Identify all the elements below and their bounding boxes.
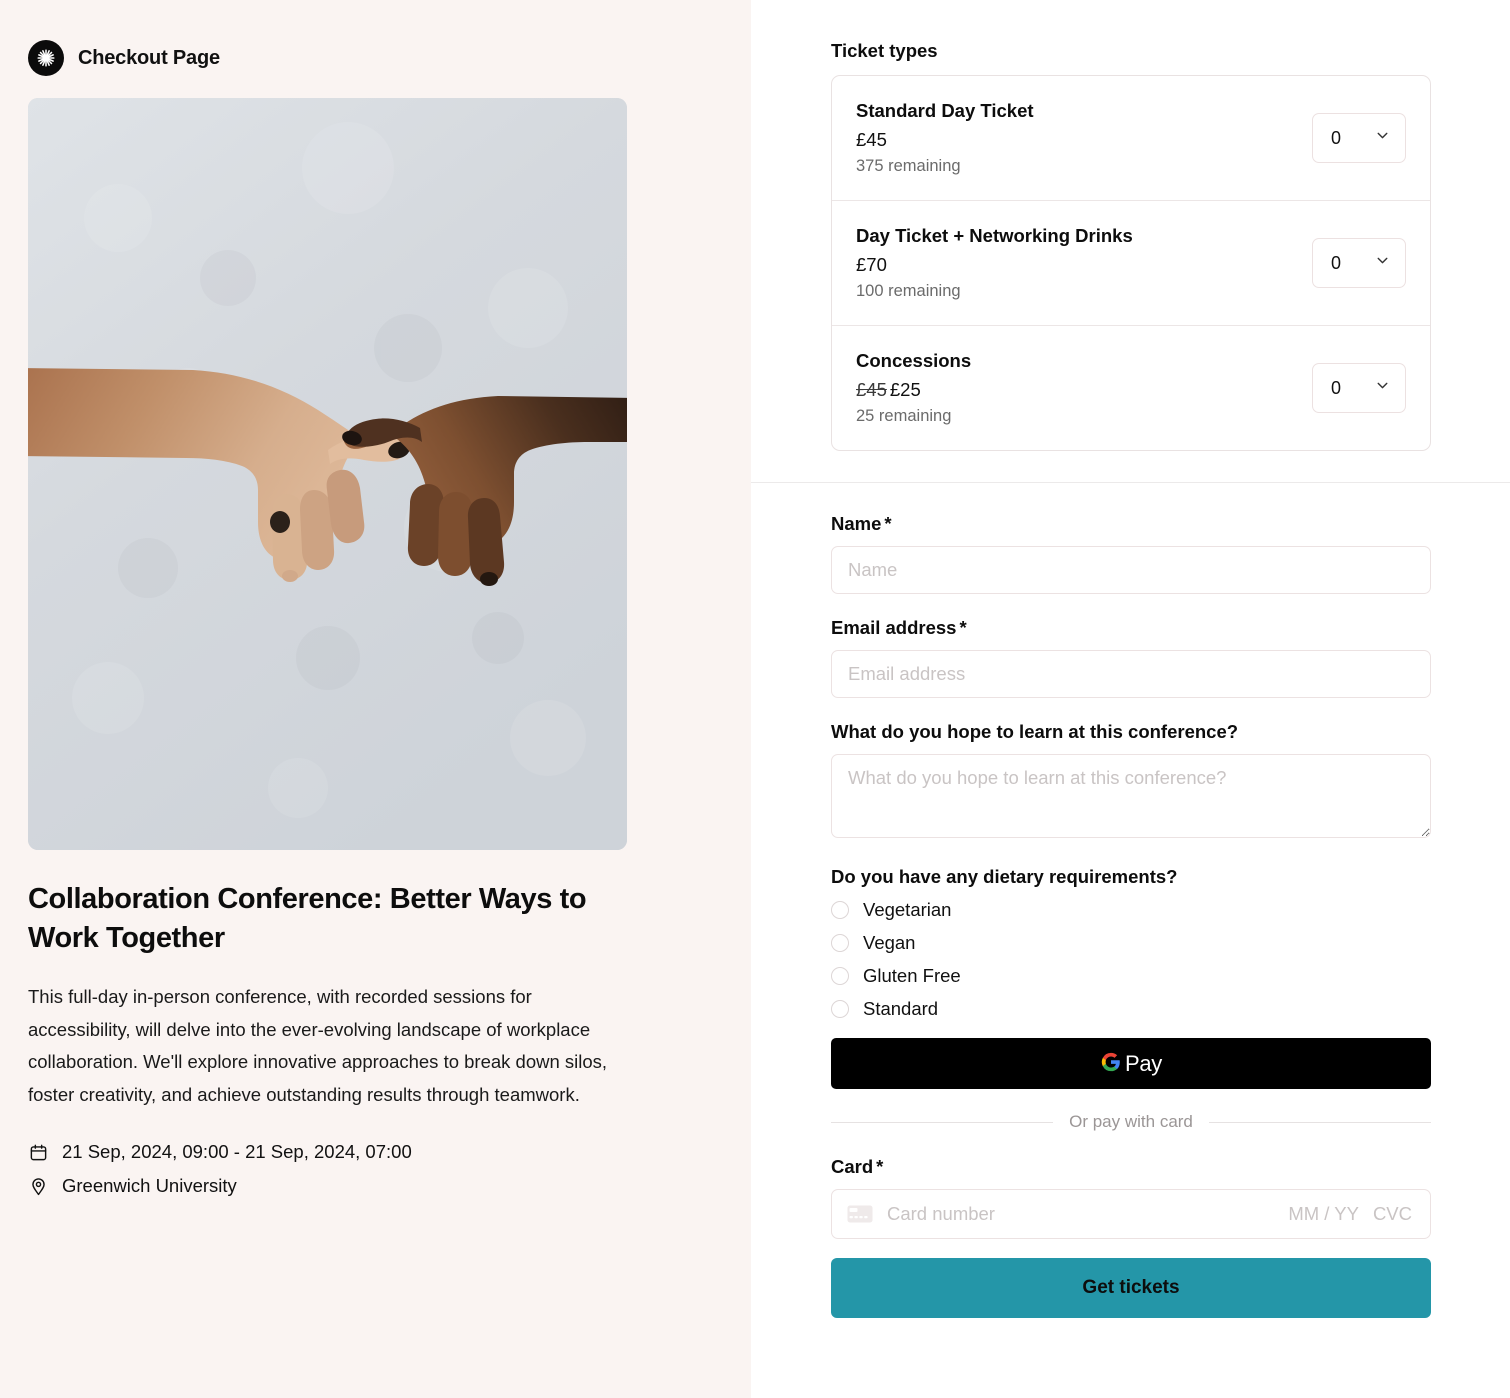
event-details-panel: Checkout Page Collaboration Conference: … <box>0 0 751 1398</box>
dietary-radio-group: Vegetarian Vegan Gluten Free Standard <box>831 899 1431 1020</box>
event-description: This full-day in-person conference, with… <box>28 986 608 1105</box>
ticket-types-heading: Ticket types <box>831 40 938 61</box>
card-label-text: Card <box>831 1156 874 1177</box>
or-pay-with-card-divider: Or pay with card <box>831 1112 1432 1132</box>
event-location-text: Greenwich University <box>62 1175 237 1197</box>
checkout-page: Checkout Page Collaboration Conference: … <box>0 0 1510 1398</box>
learn-label: What do you hope to learn at this confer… <box>831 721 1239 742</box>
dietary-field-block: Do you have any dietary requirements? Ve… <box>831 866 1431 1020</box>
required-marker: * <box>876 1156 884 1177</box>
radio-button-icon[interactable] <box>831 934 849 952</box>
required-marker: * <box>884 513 892 534</box>
ticket-remaining: 25 remaining <box>856 407 952 425</box>
email-label: Email address * <box>831 617 1431 639</box>
google-pay-button[interactable]: Pay <box>831 1038 1431 1089</box>
dietary-label: Do you have any dietary requirements? <box>831 866 1178 887</box>
ticket-price-current: £45 <box>856 129 887 150</box>
calendar-icon <box>28 1142 49 1163</box>
asterisk-logo-icon <box>28 40 64 76</box>
ticket-quantity-select[interactable]: 0 <box>1312 238 1406 288</box>
event-meta-list: 21 Sep, 2024, 09:00 - 21 Sep, 2024, 07:0… <box>28 1141 723 1197</box>
ticket-quantity-select[interactable]: 0 <box>1312 113 1406 163</box>
chevron-down-icon <box>1374 127 1391 149</box>
table-row: Concessions £45 £25 25 remaining 0 <box>832 326 1430 450</box>
dietary-option-label: Vegan <box>863 932 916 953</box>
dietary-option-label: Vegetarian <box>863 899 952 920</box>
ticket-price: £45 <box>856 129 1034 151</box>
ticket-price-current: £25 <box>889 379 921 400</box>
required-marker: * <box>959 617 967 638</box>
email-field-block: Email address * <box>831 617 1431 698</box>
card-cvc-placeholder: CVC <box>1372 1203 1412 1224</box>
ticket-types-list: Standard Day Ticket £45 375 remaining 0 <box>831 75 1431 451</box>
card-number-placeholder: Card number <box>887 1203 995 1224</box>
event-hero-image <box>28 98 627 850</box>
or-pay-with-card-text: Or pay with card <box>1069 1112 1193 1131</box>
card-number-input[interactable]: Card number MM / YY CVC <box>831 1189 1431 1239</box>
dietary-option-standard[interactable]: Standard <box>831 998 1431 1020</box>
google-g-icon <box>1100 1051 1122 1076</box>
card-field-block: Card * Card number MM / YY CVC <box>831 1156 1431 1239</box>
ticket-quantity-value: 0 <box>1331 127 1342 148</box>
ticket-price-current: £70 <box>856 254 887 275</box>
table-row: Standard Day Ticket £45 375 remaining 0 <box>832 76 1430 201</box>
event-date-text: 21 Sep, 2024, 09:00 - 21 Sep, 2024, 07:0… <box>62 1141 412 1163</box>
ticket-price: £45 £25 <box>856 379 971 401</box>
radio-button-icon[interactable] <box>831 967 849 985</box>
card-expiry-placeholder: MM / YY <box>1288 1203 1359 1224</box>
ticket-quantity-value: 0 <box>1331 252 1342 273</box>
card-label: Card * <box>831 1156 1431 1178</box>
ticket-info: Standard Day Ticket £45 375 remaining <box>856 100 1034 176</box>
ticket-price-original: £45 <box>856 379 887 400</box>
ticket-name: Standard Day Ticket <box>856 100 1034 121</box>
ticket-quantity-select[interactable]: 0 <box>1312 363 1406 413</box>
google-pay-label: Pay <box>1124 1050 1162 1076</box>
name-label-text: Name <box>831 513 882 534</box>
checkout-form-panel: Ticket types Standard Day Ticket £45 375… <box>751 0 1510 1398</box>
email-input[interactable] <box>831 650 1431 698</box>
table-row: Day Ticket + Networking Drinks £70 100 r… <box>832 201 1430 326</box>
learn-textarea[interactable] <box>831 754 1431 838</box>
dietary-option-label: Gluten Free <box>863 965 961 986</box>
learn-field-block: What do you hope to learn at this confer… <box>831 721 1431 843</box>
ticket-remaining: 100 remaining <box>856 282 961 300</box>
divider-line-left <box>831 1121 1054 1123</box>
event-title: Collaboration Conference: Better Ways to… <box>28 883 587 954</box>
chevron-down-icon <box>1374 377 1391 399</box>
brand-header: Checkout Page <box>28 40 723 76</box>
ticket-quantity-value: 0 <box>1331 377 1342 398</box>
dietary-option-gluten-free[interactable]: Gluten Free <box>831 965 1431 987</box>
divider-line-right <box>1208 1121 1432 1123</box>
dietary-option-vegan[interactable]: Vegan <box>831 932 1431 954</box>
email-label-text: Email address <box>831 617 957 638</box>
radio-button-icon[interactable] <box>831 901 849 919</box>
event-location-row: Greenwich University <box>28 1175 723 1197</box>
map-pin-icon <box>28 1176 49 1197</box>
ticket-name: Concessions <box>856 350 972 371</box>
event-date-row: 21 Sep, 2024, 09:00 - 21 Sep, 2024, 07:0… <box>28 1141 723 1163</box>
radio-button-icon[interactable] <box>831 1000 849 1018</box>
name-label: Name * <box>831 513 1431 535</box>
dietary-option-label: Standard <box>863 998 939 1019</box>
ticket-remaining: 375 remaining <box>856 157 961 175</box>
dietary-option-vegetarian[interactable]: Vegetarian <box>831 899 1431 921</box>
chevron-down-icon <box>1374 252 1391 274</box>
name-input[interactable] <box>831 546 1431 594</box>
ticket-info: Concessions £45 £25 25 remaining <box>856 350 971 426</box>
page-title: Checkout Page <box>78 46 220 69</box>
section-divider <box>751 482 1510 483</box>
name-field-block: Name * <box>831 513 1431 594</box>
ticket-name: Day Ticket + Networking Drinks <box>856 225 1133 246</box>
credit-card-icon <box>847 1205 873 1223</box>
ticket-info: Day Ticket + Networking Drinks £70 100 r… <box>856 225 1133 301</box>
get-tickets-button[interactable]: Get tickets <box>831 1258 1431 1318</box>
ticket-price: £70 <box>856 254 1133 276</box>
